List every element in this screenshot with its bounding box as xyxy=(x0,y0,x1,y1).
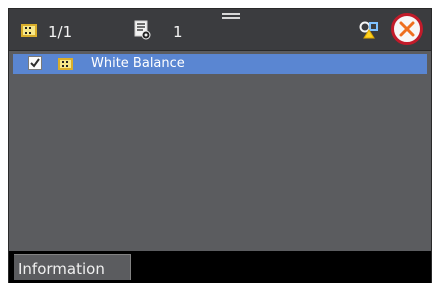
effect-palette-panel: 1/1 1 White Balance Information xyxy=(8,8,432,283)
effect-list: White Balance xyxy=(13,54,427,248)
drag-grip-icon[interactable] xyxy=(222,13,240,19)
tab-bar: Information xyxy=(9,251,431,283)
document-eye-icon xyxy=(134,20,152,40)
item-checkbox[interactable] xyxy=(28,56,42,70)
clip-counter: 1/1 xyxy=(48,23,73,41)
tab-label: Information xyxy=(18,260,105,278)
check-icon xyxy=(30,58,40,68)
tab-information[interactable]: Information xyxy=(14,254,131,280)
close-button[interactable] xyxy=(391,13,423,45)
list-item[interactable]: White Balance xyxy=(13,54,427,74)
shapes-icon[interactable] xyxy=(359,21,379,39)
panel-header: 1/1 1 xyxy=(9,9,431,51)
list-item-label: White Balance xyxy=(91,56,185,71)
doc-counter: 1 xyxy=(173,23,183,41)
film-clip-icon xyxy=(21,24,37,37)
film-clip-icon xyxy=(58,58,73,70)
close-icon xyxy=(399,21,415,37)
